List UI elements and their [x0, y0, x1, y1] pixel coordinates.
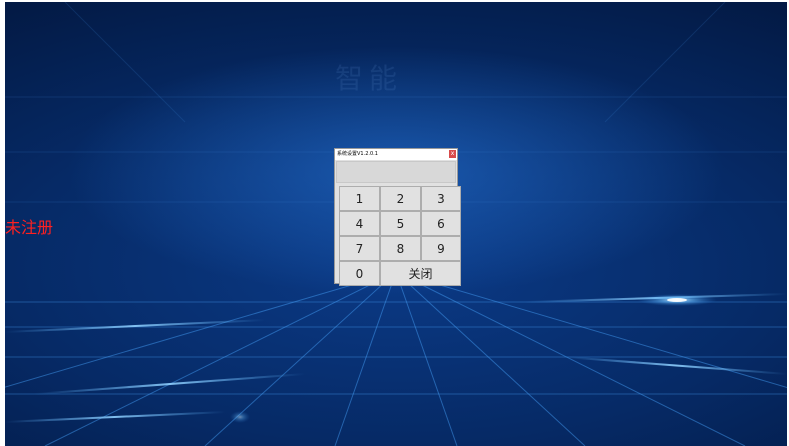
- key-0[interactable]: 0: [339, 261, 380, 286]
- close-icon[interactable]: x: [449, 150, 456, 158]
- key-4[interactable]: 4: [339, 211, 380, 236]
- key-9[interactable]: 9: [421, 236, 461, 261]
- system-settings-dialog: 系统设置V1.2.0.1 x 1 2 3 4 5 6 7 8 9 0 关闭: [334, 148, 461, 286]
- background-watermark-text: 智能: [335, 62, 404, 95]
- key-7[interactable]: 7: [339, 236, 380, 261]
- keypad-display-field: [336, 161, 456, 183]
- key-1[interactable]: 1: [339, 186, 380, 211]
- key-3[interactable]: 3: [421, 186, 461, 211]
- dialog-title: 系统设置V1.2.0.1: [337, 151, 378, 157]
- dialog-title-bar[interactable]: 系统设置V1.2.0.1 x: [335, 149, 457, 160]
- key-6[interactable]: 6: [421, 211, 461, 236]
- key-2[interactable]: 2: [380, 186, 421, 211]
- key-8[interactable]: 8: [380, 236, 421, 261]
- unregistered-status-label: 未注册: [5, 218, 54, 237]
- close-button[interactable]: 关闭: [380, 261, 461, 286]
- key-5[interactable]: 5: [380, 211, 421, 236]
